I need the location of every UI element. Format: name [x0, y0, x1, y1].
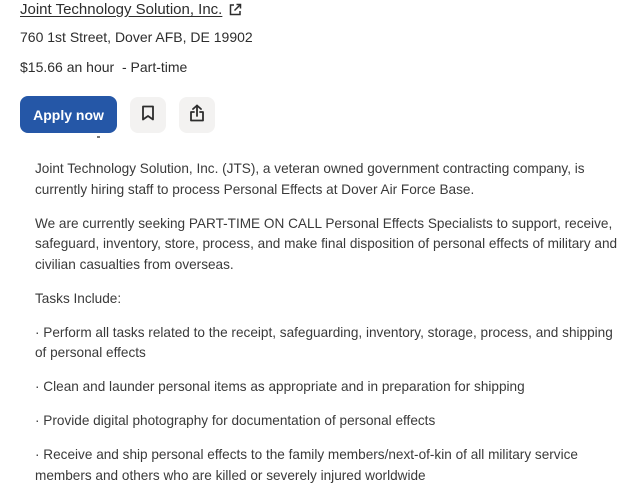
company-link[interactable]: Joint Technology Solution, Inc. — [20, 1, 222, 18]
job-actions: Apply now — [20, 96, 215, 133]
description-paragraph: Tasks Include: — [35, 290, 122, 306]
save-job-button[interactable] — [130, 96, 166, 133]
task-item: · Clean and launder personal items as ap… — [35, 379, 525, 394]
company-line: Joint Technology Solution, Inc. — [20, 1, 242, 18]
apply-now-button[interactable]: Apply now — [20, 96, 117, 133]
task-item: · Provide digital photography for docume… — [35, 413, 436, 428]
share-icon — [189, 104, 205, 125]
salary-line: $15.66 an hour - Part-time — [20, 59, 187, 75]
task-item: · Perform all tasks related to the recei… — [35, 324, 613, 361]
clipped-divider — [97, 136, 100, 138]
description-paragraph: Joint Technology Solution, Inc. (JTS), a… — [35, 161, 585, 197]
job-description: Joint Technology Solution, Inc. (JTS), a… — [35, 159, 621, 500]
bookmark-icon — [141, 105, 155, 124]
external-link-icon[interactable] — [228, 3, 242, 17]
share-job-button[interactable] — [179, 96, 215, 133]
description-paragraph: We are currently seeking PART-TIME ON CA… — [35, 215, 618, 272]
salary: $15.66 an hour — [20, 59, 115, 75]
job-address: 760 1st Street, Dover AFB, DE 19902 — [20, 29, 253, 45]
job-type: - Part-time — [118, 59, 188, 75]
task-item: · Receive and ship personal effects to t… — [35, 447, 578, 483]
job-header: Joint Technology Solution, Inc. 760 1st … — [0, 0, 626, 150]
